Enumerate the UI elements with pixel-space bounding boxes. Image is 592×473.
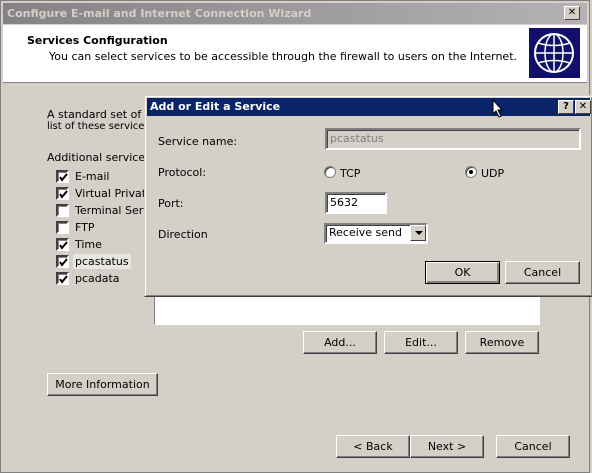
service-checkbox-email[interactable] — [56, 170, 69, 183]
more-information-label: More Information — [55, 378, 150, 391]
edit-button[interactable]: Edit... — [384, 331, 458, 354]
udp-radio[interactable] — [465, 166, 477, 178]
udp-label: UDP — [481, 167, 505, 180]
dialog-cancel-button[interactable]: Cancel — [505, 261, 580, 284]
service-label: pcadata — [75, 272, 120, 285]
next-button[interactable]: Next > — [410, 435, 484, 458]
service-checkbox-pcastatus[interactable] — [56, 255, 69, 268]
direction-select[interactable]: Receive send — [324, 223, 428, 244]
wizard-close-button[interactable]: ✕ — [564, 6, 580, 20]
remove-button[interactable]: Remove — [465, 331, 539, 354]
globe-icon — [529, 28, 580, 78]
services-label: Additional services: — [47, 151, 155, 164]
wizard-titlebar[interactable]: Configure E-mail and Internet Connection… — [3, 3, 587, 24]
wizard-header: Services Configuration You can select se… — [3, 25, 587, 83]
remove-button-label: Remove — [479, 336, 525, 349]
service-name-label: Service name: — [158, 135, 238, 148]
chevron-down-icon[interactable] — [410, 225, 426, 241]
service-label: Time — [75, 238, 102, 251]
wizard-title: Configure E-mail and Internet Connection… — [7, 7, 312, 20]
port-field[interactable]: 5632 — [325, 192, 387, 214]
help-button[interactable]: ? — [558, 100, 574, 114]
service-checkbox-ftp[interactable] — [56, 221, 69, 234]
ok-button[interactable]: OK — [425, 261, 500, 284]
service-label: FTP — [75, 221, 95, 234]
direction-label: Direction — [158, 228, 208, 241]
back-button[interactable]: < Back — [336, 435, 410, 458]
back-button-label: < Back — [353, 440, 393, 453]
service-checkbox-pcadata[interactable] — [56, 272, 69, 285]
service-label: E-mail — [75, 170, 110, 183]
protocol-label: Protocol: — [158, 166, 207, 179]
dialog-title: Add or Edit a Service — [150, 100, 281, 113]
services-list: E-mail Virtual Private I Terminal Servic… — [56, 169, 160, 289]
dialog-cancel-label: Cancel — [523, 266, 562, 279]
service-name-field[interactable]: pcastatus — [325, 128, 581, 150]
direction-value: Receive send — [329, 226, 403, 239]
service-label: pcastatus — [73, 254, 131, 269]
service-checkbox-time[interactable] — [56, 238, 69, 251]
port-label: Port: — [158, 197, 184, 210]
add-button-label: Add... — [324, 336, 356, 349]
ok-button-label: OK — [454, 266, 471, 279]
page-title: Services Configuration — [27, 34, 168, 47]
tcp-label: TCP — [340, 167, 361, 180]
intro-text-line2: list of these services. — [47, 121, 153, 132]
wizard-cancel-button[interactable]: Cancel — [496, 435, 570, 458]
more-information-button[interactable]: More Information — [47, 373, 158, 396]
dialog-close-button[interactable]: ✕ — [575, 100, 591, 114]
dialog-titlebar[interactable]: Add or Edit a Service ? ✕ — [147, 98, 591, 116]
next-button-label: Next > — [427, 440, 467, 453]
add-button[interactable]: Add... — [303, 331, 377, 354]
tcp-radio[interactable] — [324, 166, 336, 178]
edit-button-label: Edit... — [405, 336, 437, 349]
page-subtitle: You can select services to be accessible… — [49, 50, 518, 63]
wizard-cancel-label: Cancel — [514, 440, 552, 453]
service-checkbox-vpn[interactable] — [56, 187, 69, 200]
service-checkbox-terminal[interactable] — [56, 204, 69, 217]
mouse-cursor-icon — [492, 98, 504, 121]
service-dialog: Add or Edit a Service ? ✕ Service name: … — [144, 95, 592, 297]
